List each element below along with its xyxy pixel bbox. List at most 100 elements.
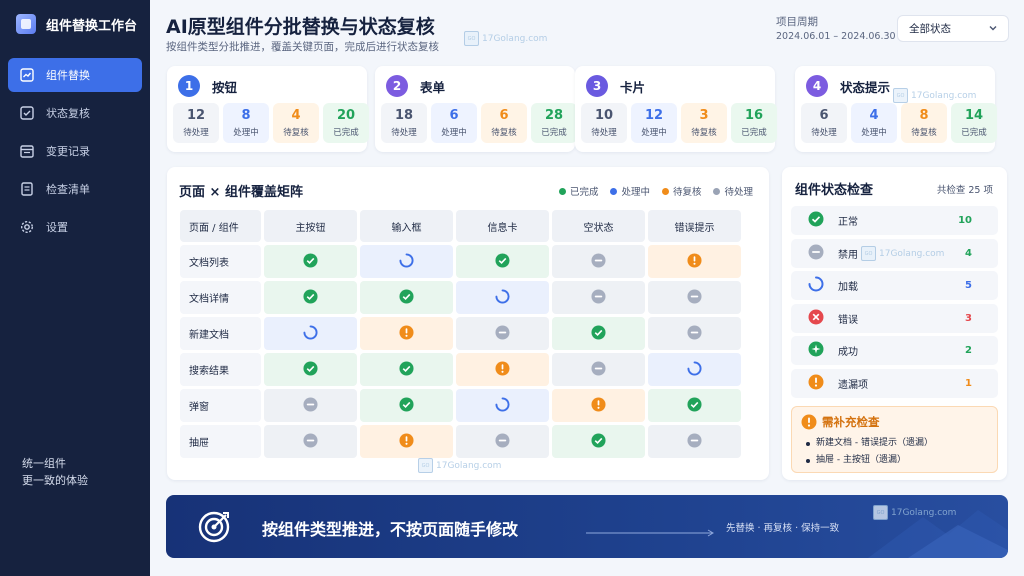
check-circle-icon [808,211,824,230]
coverage-matrix-panel: 页面 × 组件覆盖矩阵 已完成 处理中 待复核 待处理 页面 / 组件 主按钮 输入框 信息… [167,167,769,480]
matrix-row: 抽屉 [180,425,741,458]
matrix-cell[interactable] [264,245,357,278]
check-item[interactable]: 正常 10 [791,206,998,235]
stat-label: 待复核 [283,128,309,138]
stat-label: 待处理 [183,128,209,138]
legend-item: 处理中 [610,184,650,198]
legend-item: 已完成 [558,184,598,198]
check-item-label: 错误 [838,314,858,326]
matrix-cell[interactable] [264,425,357,458]
matrix-cell[interactable] [264,389,357,422]
category-card[interactable]: 4 状态提示 6 待处理 4 处理中 8 待复核 14 已完成 [795,66,997,152]
stat-done: 28 已完成 [531,103,577,143]
matrix-cell[interactable] [552,281,645,314]
status-pending-icon [303,396,318,416]
category-number: 2 [386,75,408,97]
category-card[interactable]: 3 卡片 10 待处理 12 处理中 3 待复核 16 已完成 [575,66,777,152]
matrix-cell[interactable] [456,425,549,458]
category-name: 按钮 [212,79,238,95]
status-review-icon [399,432,414,452]
matrix-cell[interactable] [456,389,549,422]
matrix-cell[interactable] [360,353,453,386]
check-item[interactable]: 遗漏项 1 [791,368,998,398]
todo-item: 抽屉 - 主按钮（遗漏） [806,452,933,469]
watermark-logo-icon: GO [418,458,433,473]
stat-label: 已完成 [961,128,987,138]
matrix-cell[interactable] [264,353,357,386]
status-done-icon [591,324,606,344]
matrix-cell[interactable] [360,245,453,278]
matrix-cell[interactable] [360,317,453,350]
matrix-cell[interactable] [552,245,645,278]
matrix-cell[interactable] [648,425,741,458]
matrix-cell[interactable] [552,425,645,458]
matrix-row: 弹窗 [180,389,741,422]
check-item-count: 5 [965,280,972,291]
category-card[interactable]: 2 表单 18 待处理 6 处理中 6 待复核 28 已完成 [375,66,577,152]
banner-steps: 先替换 · 再复核 · 保持一致 [726,523,840,534]
matrix-cell[interactable] [456,317,549,350]
legend-item: 待处理 [713,184,753,198]
sidebar-item-change-log[interactable]: 变更记录 [8,134,142,168]
watermark: GO 17Golang.com [873,505,956,520]
watermark: GO 17Golang.com [861,246,944,261]
matrix-cell[interactable] [648,281,741,314]
status-filter-select[interactable]: 全部状态 [897,15,1009,42]
matrix-cell[interactable] [360,425,453,458]
stat-label: 待处理 [391,128,417,138]
matrix-column-header: 主按钮 [264,210,357,242]
check-item[interactable]: 成功 2 [791,336,998,365]
matrix-cell[interactable] [648,389,741,422]
watermark-text: 17Golang.com [891,507,957,518]
check-item-count: 4 [965,247,972,259]
watermark-logo-icon: GO [464,31,479,46]
matrix-corner-header: 页面 / 组件 [180,210,261,242]
sidebar-item-settings[interactable]: 设置 [8,210,142,244]
checkbox-icon [20,106,34,120]
status-review-icon [591,396,606,416]
matrix-cell[interactable] [456,245,549,278]
status-pending-icon [687,432,702,452]
matrix-row-label: 新建文档 [180,317,261,350]
stat-value: 10 [594,108,614,123]
status-pending-icon [591,288,606,308]
matrix-cell[interactable] [360,389,453,422]
matrix-cell[interactable] [552,353,645,386]
status-done-icon [303,360,318,380]
matrix-cell[interactable] [360,281,453,314]
matrix-cell[interactable] [648,245,741,278]
legend-item: 待复核 [661,184,701,198]
category-header: 3 卡片 [586,75,645,97]
matrix-cell[interactable] [264,317,357,350]
status-check-panel: 组件状态检查 共检查 25 项 正常 10 禁用 4 加载 5 错误 3 成功 2 遗漏项 1 需补充… [782,167,1007,480]
stat-processing: 8 处理中 [223,103,269,143]
matrix-cell[interactable] [648,353,741,386]
matrix-cell[interactable] [552,317,645,350]
sidebar-item-component-replace[interactable]: 组件替换 [8,58,142,92]
stat-value: 20 [336,108,356,123]
stat-value: 6 [499,108,509,123]
status-review-icon [687,252,702,272]
gear-icon [20,220,34,234]
matrix-cell[interactable] [264,281,357,314]
stat-label: 处理中 [233,128,259,138]
matrix-cell[interactable] [456,281,549,314]
category-card[interactable]: 1 按钮 12 待处理 8 处理中 4 待复核 20 已完成 [167,66,369,152]
matrix-cell[interactable] [648,317,741,350]
check-item[interactable]: 加载 5 [791,271,998,300]
check-list: 正常 10 禁用 4 加载 5 错误 3 成功 2 遗漏项 1 [791,206,998,401]
category-number: 4 [806,75,828,97]
period-label: 项目周期 [776,16,818,28]
watermark-text: 17Golang.com [879,248,945,259]
category-name: 表单 [420,79,446,95]
sidebar-item-status-review[interactable]: 状态复核 [8,96,142,130]
matrix-cell[interactable] [456,353,549,386]
sidebar-item-checklist[interactable]: 检查清单 [8,172,142,206]
matrix-cell[interactable] [552,389,645,422]
check-title: 组件状态检查 [795,183,874,198]
app-logo-icon [16,14,36,34]
check-item[interactable]: 错误 3 [791,303,998,333]
status-processing-icon [687,360,702,380]
legend-dot-icon [661,187,669,195]
footer-line: 统一组件 [22,457,66,470]
